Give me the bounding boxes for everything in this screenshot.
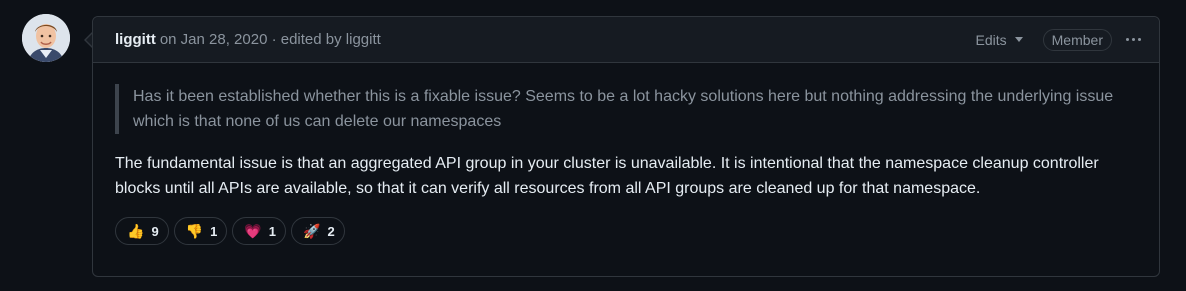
reaction-heart[interactable]: 💗 1	[232, 217, 287, 245]
comment-meta[interactable]: on Jan 28, 2020 · edited by liggitt	[160, 31, 381, 48]
reaction-count: 1	[268, 223, 277, 239]
comment-box: liggitt on Jan 28, 2020 · edited by ligg…	[92, 16, 1160, 277]
role-badge: Member	[1042, 28, 1112, 51]
rocket-icon: 🚀	[303, 223, 321, 239]
reaction-thumbs-down[interactable]: 👎 1	[173, 217, 228, 245]
reaction-count: 1	[210, 223, 218, 239]
comment-header: liggitt on Jan 28, 2020 · edited by ligg…	[93, 17, 1159, 63]
thumbs-down-icon: 👎	[185, 223, 204, 239]
avatar-image	[22, 14, 70, 62]
reaction-rocket[interactable]: 🚀 2	[291, 217, 345, 245]
avatar[interactable]	[22, 14, 70, 62]
heart-icon: 💗	[244, 223, 262, 239]
thumbs-up-icon: 👍	[127, 223, 145, 239]
reactions-bar: 👍 9 👎 1 💗 1 🚀 2	[115, 217, 1139, 245]
reaction-count: 9	[151, 223, 159, 239]
quoted-text: Has it been established whether this is …	[115, 84, 1139, 134]
chevron-down-icon	[1014, 37, 1023, 42]
comment-body: Has it been established whether this is …	[93, 63, 1159, 245]
comment-text: The fundamental issue is that an aggrega…	[115, 155, 1099, 197]
more-options-icon[interactable]	[1124, 38, 1143, 41]
edits-label: Edits	[975, 31, 1007, 48]
edits-dropdown[interactable]: Edits	[976, 32, 1023, 48]
reaction-thumbs-up[interactable]: 👍 9	[115, 217, 169, 245]
author-link[interactable]: liggitt	[115, 31, 156, 48]
reaction-count: 2	[327, 223, 335, 239]
